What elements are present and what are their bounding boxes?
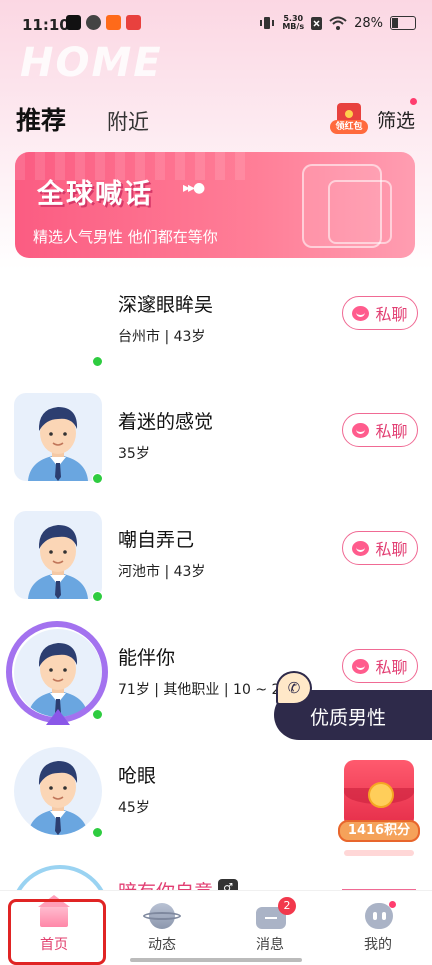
private-chat-label: 私聊 <box>375 305 408 324</box>
chat-bubble-icon <box>352 305 370 321</box>
private-chat-button[interactable]: 私聊 <box>342 531 418 565</box>
home-watermark: HOME <box>20 40 163 86</box>
tab-moments[interactable]: 动态 <box>108 891 216 965</box>
online-status-dot <box>92 356 103 367</box>
status-indicators: 5.30 MB/s 28% <box>259 15 416 31</box>
points-label: 1416积分 <box>338 820 420 842</box>
avatar[interactable] <box>14 276 102 364</box>
private-chat-label: 私聊 <box>375 422 408 441</box>
tab-messages[interactable]: 2 消息 <box>216 891 324 965</box>
tab-messages-label: 消息 <box>256 937 284 953</box>
user-meta: 71岁 | 其他职业 | 10 ~ 20 <box>118 682 290 698</box>
male-avatar-icon <box>28 407 88 481</box>
red-packet-button[interactable]: 领红包 <box>330 103 368 135</box>
global-shout-banner[interactable]: 全球喊话 ▸▸● 精选人气男性 他们都在等你 <box>15 152 415 258</box>
user-meta: 35岁 <box>118 446 150 462</box>
network-speed-unit: MB/s <box>282 22 305 31</box>
messages-badge: 2 <box>278 897 296 915</box>
user-meta: 河池市 | 43岁 <box>118 564 206 580</box>
avatar-frame-ring <box>6 621 108 723</box>
user-name: 着迷的感觉 <box>118 411 214 433</box>
private-chat-button[interactable]: 私聊 <box>342 649 418 683</box>
message-icon: 2 <box>254 897 296 931</box>
battery-icon <box>390 16 416 30</box>
online-status-dot <box>92 709 103 720</box>
status-time: 11:10 <box>22 16 70 34</box>
user-meta: 台州市 | 43岁 <box>118 329 206 345</box>
online-status-dot <box>92 591 103 602</box>
status-app-icons <box>66 15 141 30</box>
app-icon <box>86 15 101 30</box>
list-item[interactable]: 嘲自弄己 河池市 | 43岁 私聊 <box>0 511 432 629</box>
sim-icon <box>311 16 323 30</box>
wifi-icon <box>329 16 347 30</box>
online-status-dot <box>92 473 103 484</box>
planet-icon <box>143 901 181 931</box>
battery-percent: 28% <box>354 15 383 31</box>
points-red-packet[interactable]: 1416积分 <box>338 760 420 860</box>
tab-nearby[interactable]: 附近 <box>107 106 149 136</box>
app-icon <box>106 15 121 30</box>
red-packet-label: 领红包 <box>330 120 368 134</box>
user-name: 能伴你 <box>118 647 176 669</box>
private-chat-button[interactable]: 私聊 <box>342 296 418 330</box>
user-meta: 45岁 <box>118 800 150 816</box>
tab-me[interactable]: 我的 <box>324 891 432 965</box>
me-notification-dot <box>389 901 396 908</box>
male-avatar-icon <box>28 761 88 835</box>
phone-call-icon: ✆ <box>276 671 312 705</box>
chat-bubble-icon <box>352 540 370 556</box>
home-indicator[interactable] <box>130 958 302 962</box>
highlight-annotation <box>8 899 106 965</box>
avatar[interactable] <box>14 511 102 599</box>
avatar-frame-gem-icon <box>46 709 70 725</box>
network-speed: 5.30 MB/s <box>282 15 304 31</box>
user-name: 深邃眼眸吴 <box>118 294 214 316</box>
private-chat-label: 私聊 <box>375 540 408 559</box>
app-icon <box>126 15 141 30</box>
user-name: 嘲自弄己 <box>118 529 195 551</box>
heart-coin-icon <box>368 782 394 808</box>
tab-me-label: 我的 <box>364 937 392 953</box>
tab-moments-label: 动态 <box>148 937 176 953</box>
private-chat-label: 私聊 <box>375 658 408 677</box>
banner-subtitle: 精选人气男性 他们都在等你 <box>33 228 218 246</box>
chat-bubble-icon <box>352 422 370 438</box>
list-item[interactable]: 深邃眼眸吴 台州市 | 43岁 私聊 <box>0 276 432 394</box>
online-status-dot <box>92 827 103 838</box>
banner-title: 全球喊话 <box>37 179 153 210</box>
profile-icon <box>362 901 396 931</box>
filter-button[interactable]: 筛选 <box>377 106 415 133</box>
tab-recommend[interactable]: 推荐 <box>16 101 66 137</box>
user-name: 呛眼 <box>118 765 157 787</box>
list-item[interactable]: 着迷的感觉 35岁 私聊 <box>0 393 432 511</box>
private-chat-button[interactable]: 私聊 <box>342 413 418 447</box>
quality-male-label: 优质男性 <box>310 707 387 729</box>
chat-bubble-icon <box>352 658 370 674</box>
avatar[interactable] <box>14 747 102 835</box>
banner-arrows-icon: ▸▸● <box>183 180 205 196</box>
filter-notification-dot <box>410 98 417 105</box>
tiktok-icon <box>66 15 81 30</box>
vibrate-icon <box>260 17 275 29</box>
avatar[interactable] <box>14 393 102 481</box>
banner-decoration <box>328 180 392 244</box>
male-avatar-icon <box>28 525 88 599</box>
points-progress-bar <box>344 850 414 856</box>
